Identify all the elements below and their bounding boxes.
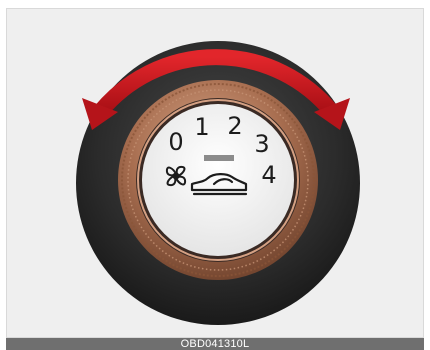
fan-speed-knob[interactable]: 0 1 2 3 4 [0,0,430,350]
pointer-bar [204,155,234,161]
speed-label-2: 2 [227,112,242,140]
caption-bar: OBD041310L [6,338,424,350]
speed-label-0: 0 [168,128,183,156]
speed-label-3: 3 [254,130,269,158]
speed-label-4: 4 [261,161,276,189]
figure-frame: 0 1 2 3 4 OBD041310L [0,0,430,350]
speed-label-1: 1 [194,113,209,141]
figure-code: OBD041310L [180,338,250,350]
